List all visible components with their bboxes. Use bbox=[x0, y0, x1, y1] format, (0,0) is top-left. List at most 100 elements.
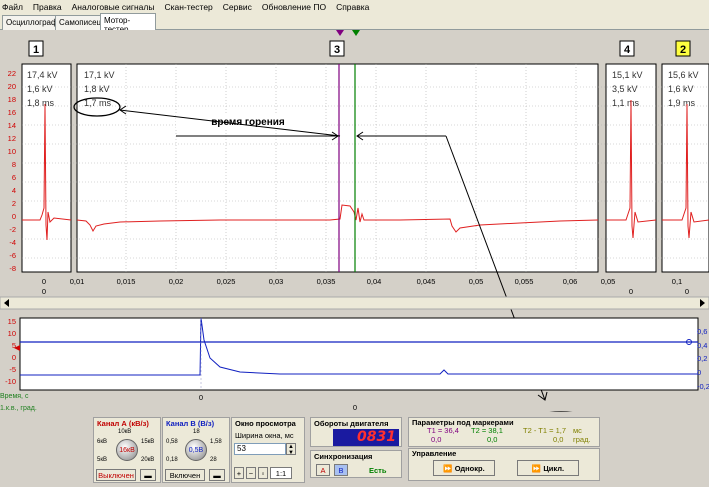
zoom-select[interactable]: 1:1 bbox=[270, 467, 292, 479]
y-tick-label: 0,4 bbox=[697, 341, 707, 350]
y-tick-label: -8 bbox=[9, 264, 16, 273]
tab-oscilloscope[interactable]: Осциллограф bbox=[2, 15, 58, 30]
burn-kv-text: 1,6 kV bbox=[668, 84, 694, 94]
y-tick-label: 0 bbox=[12, 353, 16, 362]
marker-t2-handle[interactable] bbox=[352, 30, 360, 36]
menu-help[interactable]: Справка bbox=[336, 2, 369, 12]
x-tick-label: 0 bbox=[685, 287, 689, 296]
y-tick-label: 15 bbox=[8, 317, 16, 326]
menu-file[interactable]: Файл bbox=[2, 2, 23, 12]
cycle-run-button[interactable]: ⏩ Цикл. bbox=[517, 460, 579, 476]
scale-label: 6кВ bbox=[97, 439, 107, 445]
channel-b-settings-button[interactable]: ▬ bbox=[209, 469, 225, 481]
x-tick-label: 0,05 bbox=[601, 277, 616, 286]
y-tick-label: 0 bbox=[697, 368, 701, 377]
y-tick-label: -2 bbox=[9, 225, 16, 234]
cylinder-number: 2 bbox=[680, 44, 686, 56]
x-tick-label: 0,04 bbox=[367, 277, 382, 286]
waveform-display: 1 3 4 2 22 20 18 16 14 12 10 8 6 4 2 0 -… bbox=[0, 30, 709, 445]
horizontal-scrollbar[interactable] bbox=[0, 296, 709, 310]
menu-service[interactable]: Сервис bbox=[223, 2, 252, 12]
t2-t1-value: T2 - T1 = 1,7 bbox=[523, 426, 567, 435]
control-group: Управление ⏩ Однокр. ⏩ Цикл. bbox=[408, 448, 600, 481]
burn-kv-text: 1,8 kV bbox=[84, 84, 110, 94]
zoom-in-icon: + bbox=[236, 469, 242, 478]
y-tick-label: 10 bbox=[8, 329, 16, 338]
view-width-spinner[interactable]: ▲ ▼ bbox=[286, 443, 296, 456]
time-axis-label: Время, с bbox=[0, 393, 29, 400]
cylinder-window-1 bbox=[21, 63, 72, 273]
tab-recorder[interactable]: Самописец bbox=[55, 15, 101, 30]
sync-channel-a-button[interactable]: A bbox=[316, 464, 330, 476]
scale-label: 15кВ bbox=[141, 439, 155, 445]
y-tick-label: -0,2 bbox=[697, 382, 709, 391]
channel-a-group: Канал А (кВ/з) 10кВ 6кВ 15кВ 5кВ 20кВ 16… bbox=[93, 417, 161, 483]
zoom-out-button[interactable]: − bbox=[246, 467, 256, 479]
t2-t1-angle: 0,0 bbox=[553, 435, 564, 444]
menu-scan[interactable]: Скан-тестер bbox=[164, 2, 212, 12]
menu-analog[interactable]: Аналоговые сигналы bbox=[72, 2, 155, 12]
scale-label: 28 bbox=[210, 457, 217, 463]
sync-status: Есть bbox=[369, 466, 387, 475]
scale-label: 18 bbox=[193, 429, 200, 435]
channel-a-knob[interactable]: 16кВ bbox=[116, 439, 138, 461]
x-tick-label: 0,035 bbox=[317, 277, 336, 286]
tab-bar: Осциллограф Самописец Мотор-тестер bbox=[0, 13, 709, 34]
cylinder-box-4: 4 bbox=[619, 40, 635, 57]
right-y-axis: 0,6 0,4 0,2 0 -0,2 bbox=[697, 327, 709, 391]
y-tick-label: -10 bbox=[5, 377, 16, 386]
t2-value: T2 = 38,1 bbox=[471, 426, 503, 435]
cylinder-window-3 bbox=[76, 63, 599, 273]
tab-motor-tester[interactable]: Мотор-тестер bbox=[100, 13, 156, 34]
x-tick-label: 0 bbox=[42, 277, 46, 286]
x-tick-label: 0,06 bbox=[563, 277, 578, 286]
play-icon: ⏩ bbox=[443, 464, 455, 473]
cylinder-window-2 bbox=[661, 63, 709, 273]
x-tick-label: 0,01 bbox=[70, 277, 85, 286]
cylinder-number: 1 bbox=[33, 44, 39, 56]
control-panel: Канал А (кВ/з) 10кВ 6кВ 15кВ 5кВ 20кВ 16… bbox=[0, 412, 709, 487]
scale-label: 5кВ bbox=[97, 457, 107, 463]
y-tick-label: 4 bbox=[12, 186, 16, 195]
x-tick-label: 0,1 bbox=[672, 277, 682, 286]
y-tick-label: 12 bbox=[8, 134, 16, 143]
rpm-display: 0831 bbox=[333, 429, 399, 446]
x-tick-label: 0,05 bbox=[469, 277, 484, 286]
marker-t1-handle[interactable] bbox=[336, 30, 344, 36]
channel-b-toggle-button[interactable]: Включен bbox=[165, 469, 205, 481]
sync-channel-b-button[interactable]: B bbox=[334, 464, 348, 476]
single-run-button[interactable]: ⏩ Однокр. bbox=[433, 460, 495, 476]
menu-update[interactable]: Обновление ПО bbox=[262, 2, 326, 12]
control-title: Управление bbox=[412, 449, 457, 458]
menu-edit[interactable]: Правка bbox=[33, 2, 62, 12]
peak-kv-text: 15,6 kV bbox=[668, 70, 699, 80]
x-tick-label: 0,03 bbox=[269, 277, 284, 286]
page-icon: ▫ bbox=[261, 469, 265, 478]
x-tick-label: 0 bbox=[629, 287, 633, 296]
play-icon: ⏩ bbox=[531, 464, 544, 473]
burn-kv-text: 3,5 kV bbox=[612, 84, 638, 94]
channel-a-settings-button[interactable]: ▬ bbox=[140, 469, 156, 481]
x-tick-label: 0,025 bbox=[217, 277, 236, 286]
view-width-label: Ширина окна, мс bbox=[235, 431, 294, 440]
zoom-in-button[interactable]: + bbox=[234, 467, 244, 479]
y-tick-label: 22 bbox=[8, 69, 16, 78]
y-tick-label: 0,2 bbox=[697, 354, 707, 363]
x-tick-label: 0 bbox=[42, 287, 46, 296]
scale-label: 0,18 bbox=[166, 457, 178, 463]
angle-axis-label: 1.к.в., град. bbox=[0, 405, 37, 412]
y-tick-label: -4 bbox=[9, 238, 16, 247]
channel-a-toggle-button[interactable]: Выключен bbox=[96, 469, 136, 481]
scale-label: 20кВ bbox=[141, 457, 155, 463]
fit-button[interactable]: ▫ bbox=[258, 467, 268, 479]
menu-bar: Файл Правка Аналоговые сигналы Скан-тест… bbox=[0, 0, 709, 13]
burn-kv-text: 1,6 kV bbox=[27, 84, 53, 94]
cylinder-box-2: 2 bbox=[675, 40, 691, 57]
sync-title: Синхронизация bbox=[314, 452, 373, 461]
sync-group: Синхронизация A B Есть bbox=[310, 450, 402, 478]
y-tick-label: -6 bbox=[9, 251, 16, 260]
view-width-input[interactable]: 53 bbox=[234, 443, 286, 455]
x-tick-label: 0,045 bbox=[417, 277, 436, 286]
cylinder-number: 3 bbox=[334, 44, 340, 56]
channel-b-knob[interactable]: 0,5В bbox=[185, 439, 207, 461]
